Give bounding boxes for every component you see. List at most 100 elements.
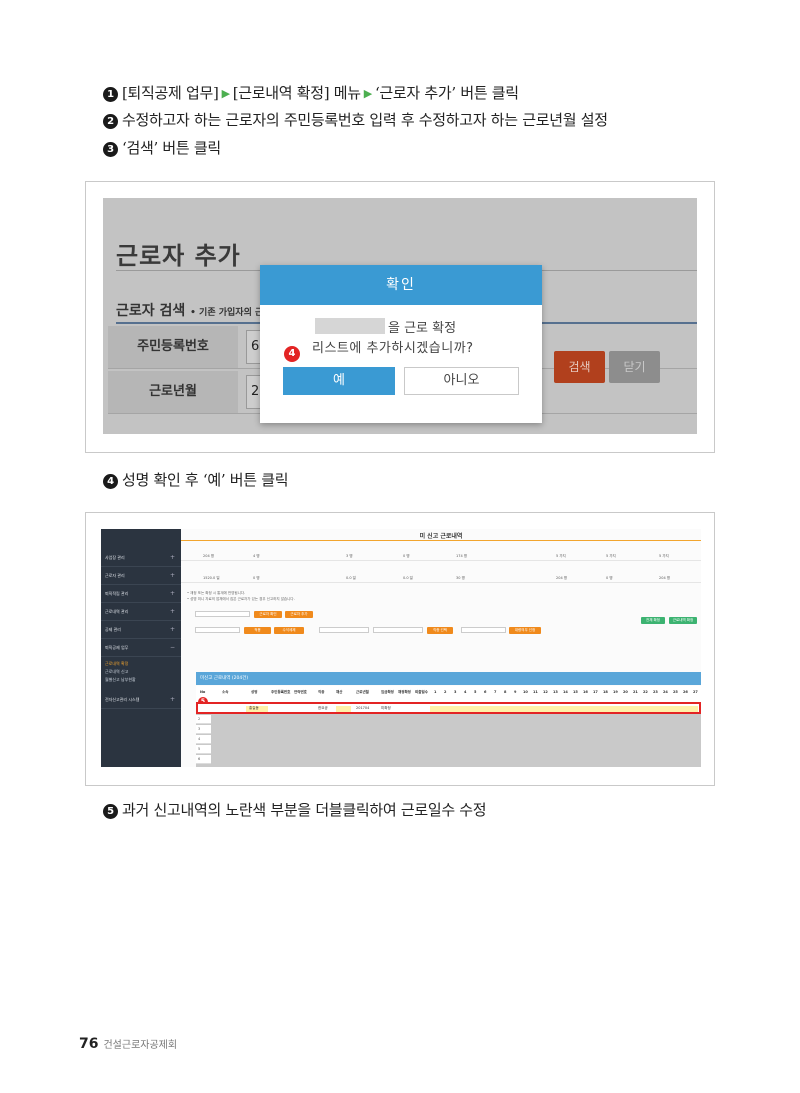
row-number: 5 (196, 745, 211, 754)
bulk-dropdown[interactable] (461, 627, 506, 633)
plus-icon: + (169, 554, 175, 561)
column-header: 22 (643, 690, 648, 694)
sidebar-item-label: 근로자 관리 (105, 573, 125, 578)
ssn-label: 주민등록번호 (108, 326, 238, 368)
stat-value: 0 명 (403, 554, 410, 558)
add-worker-button[interactable]: 근로자 추가 (285, 611, 313, 618)
row-number: 6 (196, 755, 211, 764)
confirm-all-button[interactable]: 전체 확정 (641, 617, 665, 624)
stat-value: 204 명 (556, 576, 568, 580)
step-text: 성명 확인 후 ‘예’ 버튼 클릭 (122, 471, 289, 489)
apply-button[interactable]: 적용 (244, 627, 271, 634)
stat-value: 3 명 (346, 554, 353, 558)
search-input[interactable] (195, 611, 250, 617)
step-4: 4 성명 확인 후 ‘예’ 버튼 클릭 (103, 470, 289, 490)
close-button[interactable]: 닫기 (609, 351, 660, 383)
plus-icon: + (169, 696, 175, 703)
yellow-cell[interactable] (336, 706, 351, 712)
sidebar-item[interactable]: 전자신고관리 시스템 + (101, 691, 181, 709)
step-badge: 4 (284, 346, 300, 362)
column-header: 26 (683, 690, 688, 694)
main-panel: 미 신고 근로내역 204 명 4 명 3 명 0 명 174 명 5 가지 5… (181, 529, 701, 767)
search-button[interactable]: 검색 (554, 351, 605, 383)
step-number: 2 (103, 114, 118, 129)
grid-title: 미신고 근로내역 (204건) (196, 672, 701, 685)
sidebar-item-label: 근로내역 관리 (105, 609, 129, 614)
yes-button[interactable]: 예 (283, 367, 395, 395)
confirm-dialog: 확인 을 근로 확정 리스트에 추가하시겠습니까? 4 예 아니오 (260, 265, 542, 423)
type-dropdown[interactable] (373, 627, 423, 633)
window-title: 근로자 추가 (116, 242, 241, 270)
column-header: 3 (454, 690, 457, 694)
worker-confirm-button[interactable]: 근로자 확인 (254, 611, 282, 618)
highlighted-row[interactable]: 홍길동 한요공 201704 미확정 (196, 702, 701, 714)
job-value: 한요공 (318, 706, 328, 710)
step-number: 3 (103, 142, 118, 157)
column-header: 11 (533, 690, 538, 694)
step-text: 수정하고자 하는 근로자의 주민등록번호 입력 후 수정하고자 하는 근로년월 … (122, 111, 608, 129)
column-header: 재정확정 (398, 690, 411, 694)
add-worker-window: 근로자 추가 근로자 검색 • 기존 가입자의 근 주민등록번호 6 근로년월 … (103, 198, 697, 434)
worker-name: 홍길동 (249, 706, 259, 710)
screenshot-unreported-list: 사업장 관리 + 근로자 관리 + 퇴직적립 관리 + 근로내역 관리 + 공제 관리 +… (85, 512, 715, 786)
plus-icon: + (169, 572, 175, 579)
sidebar-subitem[interactable]: 근로내역 신고 (105, 669, 128, 675)
column-header: 7 (494, 690, 497, 694)
job-dropdown[interactable] (319, 627, 369, 633)
stat-value: 4 명 (253, 554, 260, 558)
sidebar-item-label: 전자신고관리 시스템 (105, 697, 140, 702)
column-header: 25 (673, 690, 678, 694)
sidebar-item[interactable]: 근로내역 관리 + (101, 603, 181, 621)
arrow-icon: ▶ (221, 87, 230, 100)
note: • 재정 또는 확정 시 통계에 반영됩니다. (187, 591, 246, 595)
column-header: 4 (464, 690, 467, 694)
organization-name: 건설근로자공제회 (103, 1040, 178, 1051)
stat-value: 5 가지 (556, 554, 566, 558)
step-text: [퇴직공제 업무] (122, 84, 219, 102)
sidebar-item[interactable]: 사업장 관리 + (101, 549, 181, 567)
sidebar: 사업장 관리 + 근로자 관리 + 퇴직적립 관리 + 근로내역 관리 + 공제 관리 +… (101, 529, 181, 767)
confirm-list-button[interactable]: 근로내역 확정 (669, 617, 697, 624)
column-header: 임금확정 (381, 690, 394, 694)
column-header: 21 (633, 690, 638, 694)
stat-value: 204 명 (203, 554, 215, 558)
step-3: 3 ‘검색’ 버튼 클릭 (103, 138, 221, 158)
plus-icon: + (169, 608, 175, 615)
stat-value: 0.0 일 (403, 576, 413, 580)
step-number: 1 (103, 87, 118, 102)
sidebar-item[interactable]: 공제 관리 + (101, 621, 181, 639)
sidebar-subitem[interactable]: 월별신고 납부현황 (105, 677, 136, 683)
column-header: 15 (573, 690, 578, 694)
sidebar-item[interactable]: 퇴직공제 업무 − (101, 639, 181, 657)
column-header: 2 (444, 690, 447, 694)
page-footer: 76 건설근로자공제회 (79, 1033, 177, 1052)
column-header: 1 (434, 690, 437, 694)
status-value: 미확정 (381, 706, 391, 710)
column-header: 9 (514, 690, 517, 694)
sidebar-item-label: 퇴직적립 관리 (105, 591, 129, 596)
sidebar-item-label: 퇴직공제 업무 (105, 645, 129, 650)
column-header: 12 (543, 690, 548, 694)
column-header: 20 (623, 690, 628, 694)
column-header: 27 (693, 690, 698, 694)
edit-button[interactable]: 수석세제 (274, 627, 304, 634)
arrow-icon: ▶ (363, 87, 372, 100)
screenshot-add-worker: 근로자 추가 근로자 검색 • 기존 가입자의 근 주민등록번호 6 근로년월 … (85, 181, 715, 453)
bulk-button[interactable]: 대량의무 선정 (509, 627, 541, 634)
plus-icon: + (169, 626, 175, 633)
column-header: 직종 (318, 690, 325, 694)
plus-icon: + (169, 590, 175, 597)
stat-value: 30 명 (456, 576, 465, 580)
sidebar-subitem[interactable]: 근로내역 확정 (105, 661, 128, 667)
sidebar-item[interactable]: 근로자 관리 + (101, 567, 181, 585)
divider (181, 540, 701, 541)
no-button[interactable]: 아니오 (404, 367, 519, 395)
column-header: 19 (613, 690, 618, 694)
day-cells[interactable] (430, 706, 698, 712)
month-value: 201704 (356, 706, 370, 710)
select-dropdown[interactable] (195, 627, 240, 633)
sidebar-item[interactable]: 퇴직적립 관리 + (101, 585, 181, 603)
column-header: 18 (603, 690, 608, 694)
step-5: 5 과거 신고내역의 노란색 부분을 더블클릭하여 근로일수 수정 (103, 800, 487, 820)
job-select-button[interactable]: 직종 선택 (427, 627, 453, 634)
